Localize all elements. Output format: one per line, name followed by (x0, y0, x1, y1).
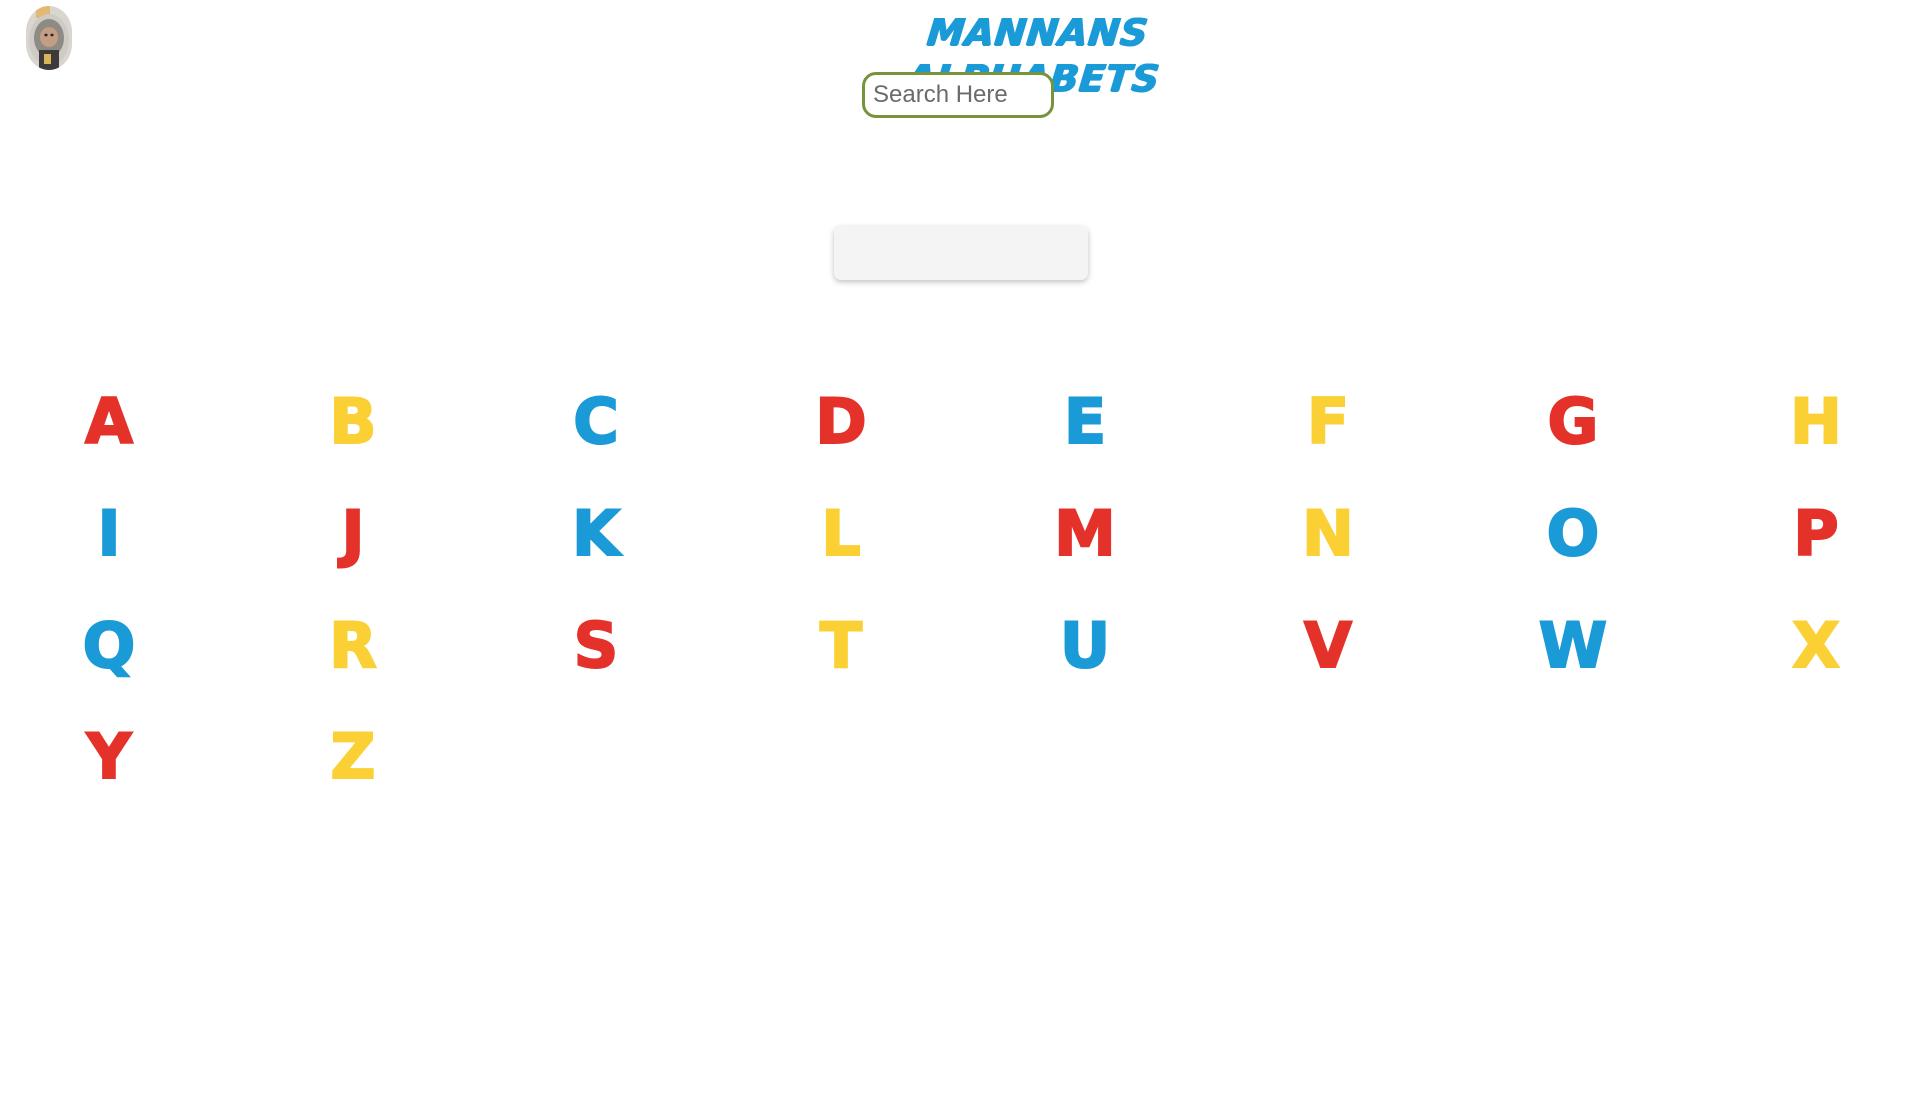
letter-tile-h[interactable]: H (1766, 380, 1866, 464)
letter-tile-u[interactable]: U (1035, 604, 1135, 688)
letter-glyph: T (819, 608, 863, 683)
letter-glyph: K (571, 496, 621, 571)
letter-glyph: S (573, 608, 620, 683)
letter-tile-j[interactable]: J (303, 492, 403, 576)
letter-glyph: V (1303, 608, 1353, 683)
letter-tile-s[interactable]: S (546, 604, 646, 688)
letter-glyph: W (1538, 608, 1608, 683)
letter-glyph: C (572, 384, 619, 459)
page: MANNANS ALPHABETS A B C D E F G H I J K L M N O P Q R S T U V… (0, 0, 1910, 1095)
search-input[interactable] (862, 72, 1054, 118)
search-result-panel (834, 226, 1088, 280)
letter-tile-t[interactable]: T (791, 604, 891, 688)
child-photo-avatar-icon (26, 6, 72, 70)
letter-tile-x[interactable]: X (1766, 604, 1866, 688)
letter-tile-a[interactable]: A (59, 380, 159, 464)
letter-glyph: J (340, 496, 365, 571)
letter-tile-r[interactable]: R (303, 604, 403, 688)
letter-tile-m[interactable]: M (1035, 492, 1135, 576)
letter-tile-y[interactable]: Y (59, 715, 159, 799)
letter-tile-i[interactable]: I (59, 492, 159, 576)
letter-glyph: U (1059, 608, 1111, 683)
letter-glyph: H (1789, 384, 1843, 459)
letter-glyph: M (1053, 496, 1117, 571)
letter-glyph: N (1301, 496, 1355, 571)
letter-tile-n[interactable]: N (1278, 492, 1378, 576)
letter-glyph: P (1792, 496, 1839, 571)
letter-tile-g[interactable]: G (1523, 380, 1623, 464)
letter-tile-q[interactable]: Q (59, 604, 159, 688)
letter-tile-c[interactable]: C (546, 380, 646, 464)
letter-glyph: R (328, 608, 378, 683)
letter-tile-k[interactable]: K (546, 492, 646, 576)
letter-glyph: B (328, 384, 377, 459)
letter-glyph: Z (330, 719, 377, 794)
letter-tile-w[interactable]: W (1523, 604, 1623, 688)
letter-glyph: Q (82, 608, 137, 683)
letter-tile-b[interactable]: B (303, 380, 403, 464)
letter-tile-l[interactable]: L (791, 492, 891, 576)
letter-glyph: D (814, 384, 867, 459)
letter-glyph: G (1547, 384, 1600, 459)
avatar[interactable] (26, 6, 72, 70)
letter-tile-o[interactable]: O (1523, 492, 1623, 576)
letter-tile-e[interactable]: E (1035, 380, 1135, 464)
letter-glyph: I (96, 496, 121, 571)
letter-tile-p[interactable]: P (1766, 492, 1866, 576)
letter-tile-d[interactable]: D (791, 380, 891, 464)
letter-glyph: L (820, 496, 861, 571)
letter-glyph: E (1063, 384, 1107, 459)
letter-glyph: A (84, 384, 134, 459)
letter-tile-v[interactable]: V (1278, 604, 1378, 688)
page-title: MANNANS ALPHABETS (904, 11, 1162, 100)
letter-glyph: Y (86, 719, 133, 794)
letter-tile-z[interactable]: Z (303, 715, 403, 799)
letter-glyph: O (1546, 496, 1601, 571)
letter-glyph: X (1791, 608, 1841, 683)
letter-glyph: F (1306, 384, 1350, 459)
letter-tile-f[interactable]: F (1278, 380, 1378, 464)
